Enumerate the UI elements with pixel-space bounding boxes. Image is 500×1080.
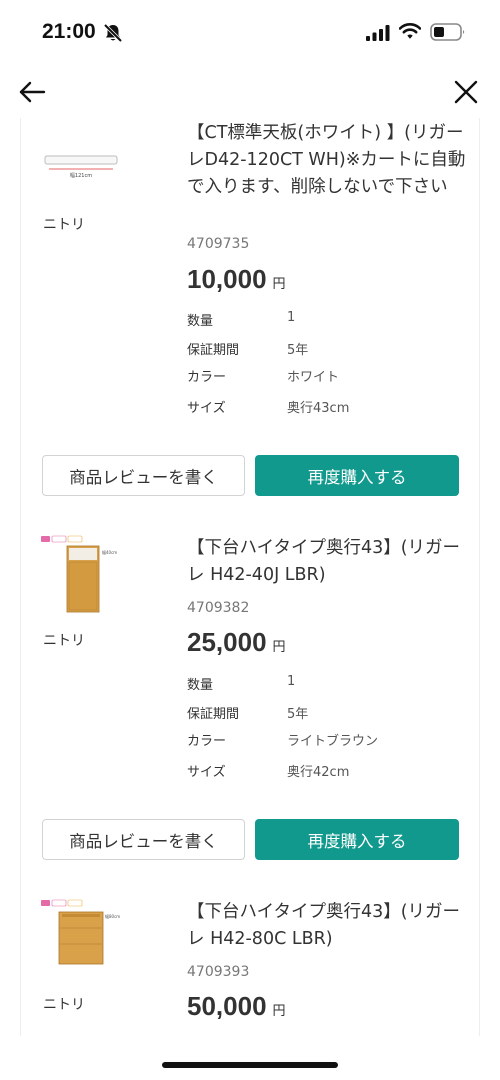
price: 10,000 円 xyxy=(187,264,286,295)
brand-label: ニトリ xyxy=(43,217,85,233)
order-item: 幅80cm ニトリ 【下台ハイタイプ奥行43】(リガーレ H42-80C LBR… xyxy=(21,878,479,1036)
spec-label: カラー xyxy=(187,370,227,385)
spec-value: 1 xyxy=(287,310,296,325)
spec-warranty: 保証期間 5年 xyxy=(187,703,308,722)
spec-qty: 数量 1 xyxy=(187,310,295,329)
price-value: 25,000 xyxy=(187,627,267,657)
spec-size: サイズ 奥行42cm xyxy=(187,761,349,780)
currency-label: 円 xyxy=(272,276,286,291)
order-item: 幅40cm ニトリ 【下台ハイタイプ奥行43】(リガーレ H42-40J LBR… xyxy=(21,514,479,878)
currency-label: 円 xyxy=(272,639,286,654)
spec-label: 数量 xyxy=(187,314,214,329)
status-bar: 21:00 xyxy=(0,0,500,66)
home-indicator xyxy=(162,1062,338,1068)
battery-icon xyxy=(430,23,465,41)
rebuy-button[interactable]: 再度購入する xyxy=(255,819,459,860)
nav-bar xyxy=(0,66,500,118)
write-review-button[interactable]: 商品レビューを書く xyxy=(42,819,245,860)
spec-warranty: 保証期間 5年 xyxy=(187,339,308,358)
spec-value: 1 xyxy=(287,674,296,689)
thumb-dimension-label: 幅121cm xyxy=(70,172,92,179)
price-value: 50,000 xyxy=(187,991,267,1021)
spec-label: サイズ xyxy=(187,765,226,780)
rebuy-button[interactable]: 再度購入する xyxy=(255,455,459,496)
spec-value: 奥行42cm xyxy=(287,765,350,780)
product-thumbnail-cabinet[interactable]: 幅80cm xyxy=(41,898,121,978)
product-title[interactable]: 【下台ハイタイプ奥行43】(リガーレ H42-80C LBR) xyxy=(187,899,467,953)
spec-label: 保証期間 xyxy=(187,343,240,358)
spec-label: サイズ xyxy=(187,401,226,416)
wifi-icon xyxy=(399,23,421,39)
brand-label: ニトリ xyxy=(43,633,85,649)
spec-color: カラー ライトブラウン xyxy=(187,730,378,749)
close-icon[interactable] xyxy=(450,76,482,108)
product-title[interactable]: 【下台ハイタイプ奥行43】(リガーレ H42-40J LBR) xyxy=(187,535,467,589)
spec-color: カラー ホワイト xyxy=(187,366,339,385)
bell-slash-icon xyxy=(103,23,123,43)
price: 25,000 円 xyxy=(187,627,286,658)
spec-value: ライトブラウン xyxy=(287,734,379,749)
product-title[interactable]: 【CT標準天板(ホワイト) 】(リガーレD42-120CT WH)※カートに自動… xyxy=(187,120,467,201)
spec-size: サイズ 奥行43cm xyxy=(187,397,349,416)
spec-value: ホワイト xyxy=(287,370,340,385)
spec-label: 保証期間 xyxy=(187,707,240,722)
signal-icon xyxy=(366,25,390,41)
back-arrow-icon[interactable] xyxy=(16,76,48,108)
product-code: 4709735 xyxy=(187,236,250,252)
spec-label: カラー xyxy=(187,734,227,749)
order-item-list[interactable]: 幅121cm ニトリ 【CT標準天板(ホワイト) 】(リガーレD42-120CT… xyxy=(20,118,480,1036)
spec-value: 5年 xyxy=(287,343,309,358)
brand-label: ニトリ xyxy=(43,997,85,1013)
write-review-button[interactable]: 商品レビューを書く xyxy=(42,455,245,496)
order-item: 幅121cm ニトリ 【CT標準天板(ホワイト) 】(リガーレD42-120CT… xyxy=(21,118,479,514)
thumb-dimension-label: 幅40cm xyxy=(102,549,117,555)
spec-value: 奥行43cm xyxy=(287,401,350,416)
status-time: 21:00 xyxy=(42,20,96,43)
price: 50,000 円 xyxy=(187,991,286,1022)
price-value: 10,000 xyxy=(187,264,267,294)
product-thumbnail-tabletop[interactable]: 幅121cm xyxy=(41,152,121,182)
spec-value: 5年 xyxy=(287,707,309,722)
currency-label: 円 xyxy=(272,1003,286,1018)
spec-label: 数量 xyxy=(187,678,214,693)
product-code: 4709393 xyxy=(187,964,250,980)
thumb-dimension-label: 幅80cm xyxy=(105,913,120,919)
product-code: 4709382 xyxy=(187,600,250,616)
product-thumbnail-cabinet[interactable]: 幅40cm xyxy=(41,534,121,614)
spec-qty: 数量 1 xyxy=(187,674,295,693)
